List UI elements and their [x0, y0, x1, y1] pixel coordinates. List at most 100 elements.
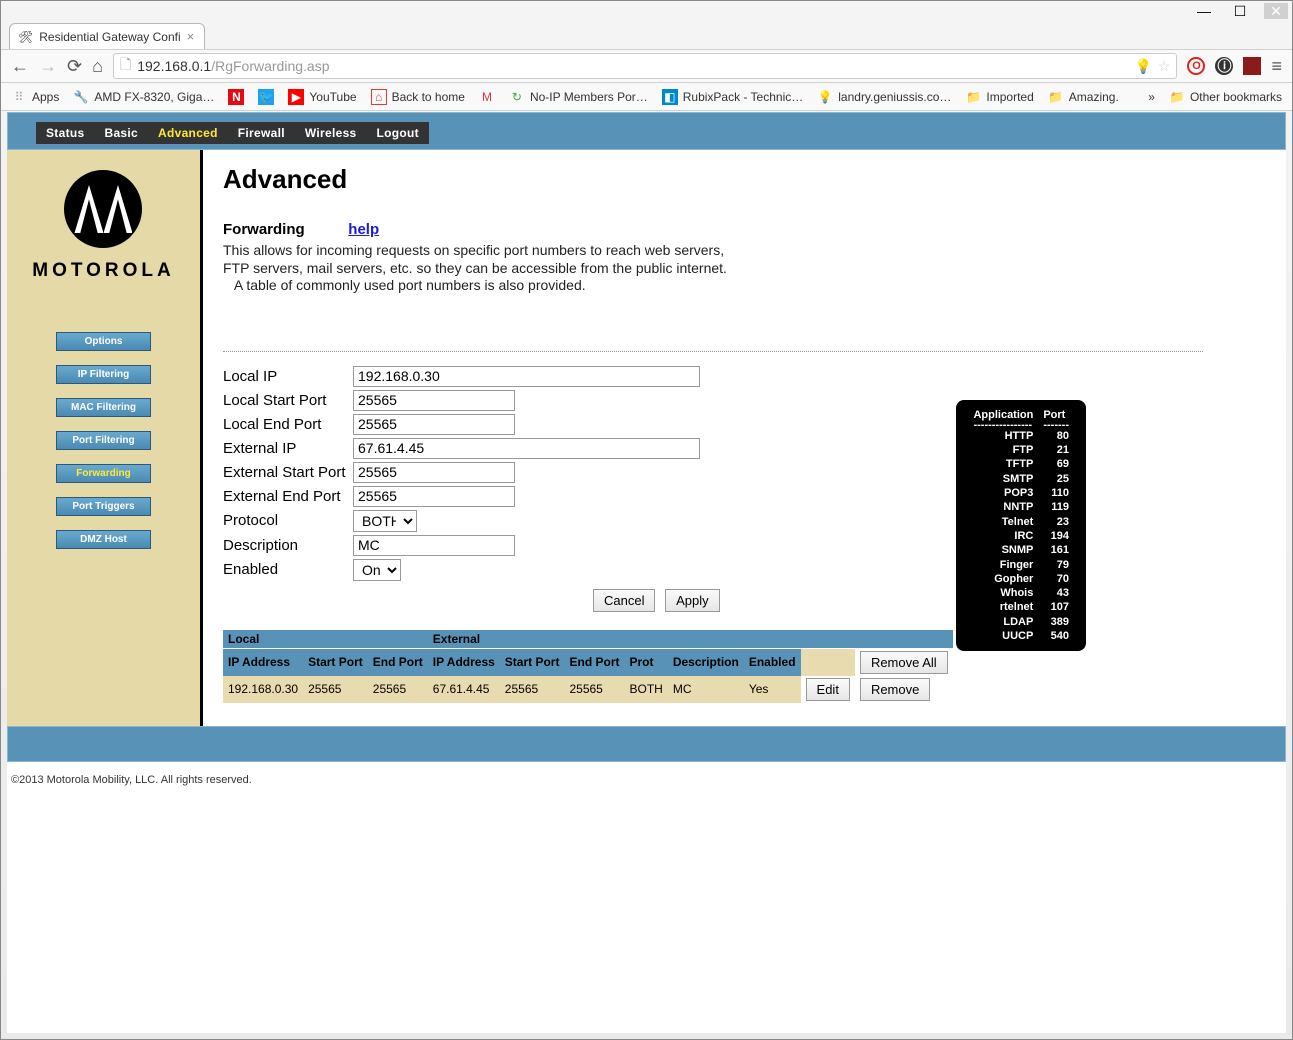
- input-local_end[interactable]: [353, 414, 515, 435]
- twitter-icon: 🐦: [258, 89, 274, 105]
- bulb-icon[interactable]: 💡: [1134, 58, 1151, 75]
- reload-button[interactable]: ⟳: [67, 56, 82, 77]
- input-local_ip[interactable]: [353, 366, 700, 387]
- other-bookmarks[interactable]: 📁Other bookmarks: [1169, 89, 1282, 105]
- input-ext_start[interactable]: [353, 462, 515, 483]
- bottom-banner: [7, 726, 1286, 762]
- remove-button[interactable]: Remove: [860, 678, 930, 701]
- sidebar: MOTOROLA Options IP Filtering MAC Filterin…: [7, 150, 203, 726]
- label-description: Description: [223, 537, 353, 554]
- top-menu-status[interactable]: Status: [36, 122, 94, 144]
- wrench-icon: 🛠: [18, 30, 33, 44]
- sidebar-item-ip-filtering[interactable]: IP Filtering: [56, 365, 151, 384]
- back-button[interactable]: ←: [11, 56, 29, 77]
- bookmark-item[interactable]: 🔧AMD FX-8320, Giga…: [73, 89, 214, 105]
- bookmark-folder[interactable]: 📁Imported: [965, 89, 1033, 105]
- apply-button[interactable]: Apply: [665, 589, 720, 612]
- label-ext_ip: External IP: [223, 440, 353, 457]
- browser-tab-strip: 🛠 Residential Gateway Confi ×: [1, 21, 1292, 49]
- col-group-external: External: [428, 630, 625, 649]
- url-origin: 192.168.0.1: [137, 58, 211, 74]
- bookmark-item[interactable]: ↻No-IP Members Por…: [509, 89, 648, 105]
- top-menu-advanced[interactable]: Advanced: [148, 122, 228, 144]
- top-menu: StatusBasicAdvancedFirewallWirelessLogou…: [36, 122, 429, 144]
- top-menu-basic[interactable]: Basic: [94, 122, 148, 144]
- label-ext_end: External End Port: [223, 488, 353, 505]
- common-ports-box: ApplicationPort ----------------------- …: [956, 400, 1086, 651]
- sidebar-item-port-filtering[interactable]: Port Filtering: [56, 431, 151, 450]
- main-panel: Advanced Forwarding help This allows for…: [203, 150, 1286, 726]
- ext-icon-1[interactable]: O: [1187, 57, 1205, 75]
- edit-button[interactable]: Edit: [806, 678, 850, 701]
- rubix-icon: ◧: [662, 89, 678, 105]
- url-bar[interactable]: 🗋 192.168.0.1/RgForwarding.asp 💡 ☆: [113, 53, 1178, 79]
- window-close-button[interactable]: ✕: [1264, 3, 1288, 19]
- tab-close-icon[interactable]: ×: [187, 29, 195, 44]
- remove-all-button[interactable]: Remove All: [860, 651, 948, 674]
- home-icon: ⌂: [371, 89, 387, 105]
- logo-text: MOTOROLA: [32, 260, 174, 282]
- col-group-local: Local: [223, 630, 428, 649]
- bookmark-item[interactable]: N: [228, 89, 244, 105]
- input-description[interactable]: [353, 535, 515, 556]
- noip-icon: ↻: [509, 89, 525, 105]
- input-protocol[interactable]: BOTH: [353, 510, 417, 532]
- sidebar-item-port-triggers[interactable]: Port Triggers: [56, 497, 151, 516]
- input-ext_ip[interactable]: [353, 438, 700, 459]
- label-ext_start: External Start Port: [223, 464, 353, 481]
- bookmark-item[interactable]: ◧RubixPack - Technic…: [662, 89, 804, 105]
- star-icon[interactable]: ☆: [1158, 58, 1171, 75]
- forward-button[interactable]: →: [39, 56, 57, 77]
- bookmark-item[interactable]: ⌂Back to home: [371, 89, 465, 105]
- folder-icon: 📁: [965, 89, 981, 105]
- bookmarks-bar: ⠿Apps 🔧AMD FX-8320, Giga… N 🐦 ▶YouTube ⌂…: [1, 83, 1292, 111]
- window-maximize-button[interactable]: ☐: [1228, 3, 1252, 19]
- top-menu-logout[interactable]: Logout: [367, 122, 429, 144]
- input-ext_end[interactable]: [353, 486, 515, 507]
- help-link[interactable]: help: [348, 221, 379, 238]
- forwarding-table: Local External IP AddressStart PortEnd P…: [223, 630, 953, 703]
- browser-nav-bar: ← → ⟳ ⌂ 🗋 192.168.0.1/RgForwarding.asp 💡…: [1, 49, 1292, 83]
- bookmark-overflow[interactable]: »: [1148, 90, 1155, 104]
- home-button[interactable]: ⌂: [92, 56, 103, 77]
- folder-icon: 📁: [1048, 89, 1064, 105]
- folder-icon: 📁: [1169, 89, 1185, 105]
- copyright: ©2013 Motorola Mobility, LLC. All rights…: [7, 762, 1286, 798]
- top-banner: StatusBasicAdvancedFirewallWirelessLogou…: [7, 112, 1286, 150]
- apps-button[interactable]: ⠿Apps: [11, 89, 59, 105]
- ext-icon-3[interactable]: [1243, 57, 1261, 75]
- bookmark-item[interactable]: 🐦: [258, 89, 274, 105]
- cancel-button[interactable]: Cancel: [593, 589, 655, 612]
- window-minimize-button[interactable]: ―: [1192, 3, 1216, 19]
- input-enabled[interactable]: On: [353, 559, 401, 581]
- section-description: This allows for incoming requests on spe…: [223, 242, 743, 295]
- section-title: Forwarding: [223, 221, 305, 238]
- bookmark-item[interactable]: M: [479, 89, 495, 105]
- page-icon: 🗋: [120, 54, 131, 78]
- browser-menu-button[interactable]: ≡: [1271, 56, 1282, 77]
- top-menu-firewall[interactable]: Firewall: [228, 122, 295, 144]
- sidebar-item-mac-filtering[interactable]: MAC Filtering: [56, 398, 151, 417]
- ext-icon-2[interactable]: ⓘ: [1215, 57, 1233, 75]
- bookmark-item[interactable]: ▶YouTube: [288, 89, 356, 105]
- bookmark-folder[interactable]: 📁Amazing.: [1048, 89, 1119, 105]
- sidebar-item-options[interactable]: Options: [56, 332, 151, 351]
- label-enabled: Enabled: [223, 561, 353, 578]
- netflix-icon: N: [228, 89, 244, 105]
- input-local_start[interactable]: [353, 390, 515, 411]
- browser-tab[interactable]: 🛠 Residential Gateway Confi ×: [9, 23, 205, 49]
- divider: [223, 351, 1203, 352]
- logo: MOTOROLA: [32, 170, 174, 282]
- bookmark-icon: 🔧: [73, 89, 89, 105]
- youtube-icon: ▶: [288, 89, 304, 105]
- bookmark-item[interactable]: 💡landry.geniussis.co…: [817, 89, 951, 105]
- sidebar-item-dmz-host[interactable]: DMZ Host: [56, 530, 151, 549]
- gmail-icon: M: [479, 89, 495, 105]
- url-path: /RgForwarding.asp: [211, 58, 329, 74]
- label-local_end: Local End Port: [223, 416, 353, 433]
- bulb-icon: 💡: [817, 89, 833, 105]
- top-menu-wireless[interactable]: Wireless: [295, 122, 367, 144]
- sidebar-item-forwarding[interactable]: Forwarding: [56, 464, 151, 483]
- tab-title: Residential Gateway Confi: [39, 30, 180, 44]
- label-local_ip: Local IP: [223, 368, 353, 385]
